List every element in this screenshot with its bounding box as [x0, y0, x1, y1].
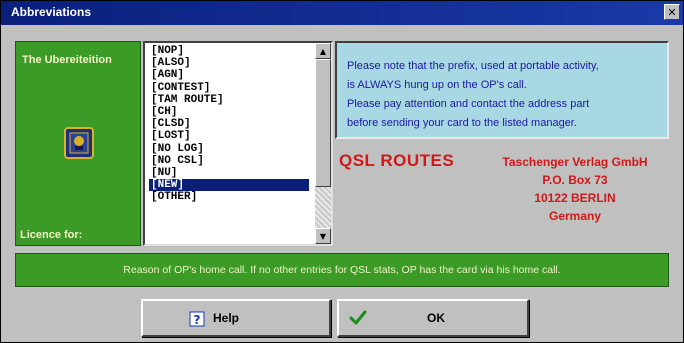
- list-item[interactable]: [NEW]: [149, 179, 309, 192]
- list-item[interactable]: [ALSO]: [149, 57, 309, 69]
- list-item[interactable]: [CONTEST]: [149, 82, 309, 94]
- help-question-icon: ?: [189, 311, 205, 327]
- window-title: Abbreviations: [11, 5, 92, 19]
- list-scrollbar[interactable]: ▲ ▼: [315, 43, 331, 244]
- qsl-address-line: Taschenger Verlag GmbH: [502, 155, 648, 169]
- abbreviations-listbox[interactable]: [NOP] [ALSO] [AGN] [CONTEST] [TAM ROUTE] [CH]…: [143, 41, 333, 246]
- ok-button-label: OK: [427, 311, 445, 325]
- qsl-routes-box: QSL ROUTES Taschenger Verlag GmbH P.O. B…: [335, 141, 669, 246]
- list-item[interactable]: [CLSD]: [149, 118, 309, 130]
- list-item[interactable]: [NO LOG]: [149, 143, 309, 155]
- footer-note: Reason of OP's home call. If no other en…: [123, 264, 561, 276]
- title-bar[interactable]: Abbreviations ✕: [1, 1, 683, 25]
- qsl-address: Taschenger Verlag GmbH P.O. Box 73 10122…: [485, 153, 665, 225]
- info-line: is ALWAYS hung up on the OP's call.: [347, 79, 527, 91]
- list-item[interactable]: [NO CSL]: [149, 155, 309, 167]
- list-item[interactable]: [NOP]: [149, 45, 309, 57]
- svg-text:?: ?: [194, 313, 201, 327]
- scroll-down-button[interactable]: ▼: [315, 228, 331, 244]
- panel-bottom-label: Licence for:: [20, 229, 83, 241]
- list-item[interactable]: [LOST]: [149, 130, 309, 142]
- licence-panel: The Ubereiteition Licence for:: [15, 41, 141, 246]
- scroll-thumb[interactable]: [315, 59, 331, 187]
- arrow-down-icon: ▼: [319, 231, 327, 241]
- abbreviations-list: [NOP] [ALSO] [AGN] [CONTEST] [TAM ROUTE] [CH]…: [149, 45, 309, 203]
- qsl-address-line: Germany: [548, 209, 602, 223]
- app-emblem-icon: [64, 127, 94, 159]
- checkmark-icon: [349, 309, 367, 327]
- scroll-up-button[interactable]: ▲: [315, 43, 331, 59]
- close-button[interactable]: ✕: [664, 4, 680, 20]
- list-item[interactable]: [NU]: [149, 167, 309, 179]
- help-button[interactable]: ? Help: [141, 299, 331, 337]
- footer-note-bar: Reason of OP's home call. If no other en…: [15, 253, 669, 287]
- list-item[interactable]: [CH]: [149, 106, 309, 118]
- info-line: Please pay attention and contact the add…: [347, 98, 590, 110]
- arrow-up-icon: ▲: [319, 46, 327, 56]
- close-icon: ✕: [667, 5, 677, 19]
- help-button-label: Help: [213, 311, 240, 325]
- list-item[interactable]: [AGN]: [149, 69, 309, 81]
- info-note: Please note that the prefix, used at por…: [335, 41, 669, 139]
- qsl-routes-title: QSL ROUTES: [339, 151, 455, 170]
- list-item[interactable]: [OTHER]: [149, 191, 309, 203]
- info-line: before sending your card to the listed m…: [347, 117, 577, 129]
- info-line: Please note that the prefix, used at por…: [347, 60, 599, 72]
- abbreviations-dialog: Abbreviations ✕ The Ubereiteition Licenc…: [0, 0, 684, 343]
- panel-top-label: The Ubereiteition: [22, 54, 112, 66]
- qsl-address-line: 10122 BERLIN: [534, 191, 616, 205]
- ok-button[interactable]: OK: [337, 299, 529, 337]
- list-item[interactable]: [TAM ROUTE]: [149, 94, 309, 106]
- qsl-address-line: P.O. Box 73: [542, 173, 608, 187]
